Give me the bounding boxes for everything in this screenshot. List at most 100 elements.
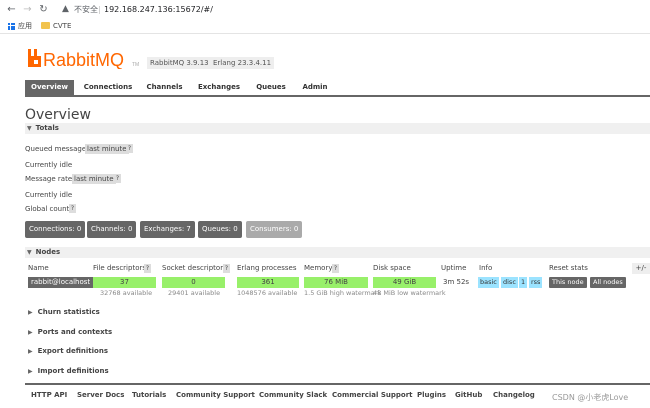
reload-icon[interactable]: ↻ [38,4,49,15]
channels-count-button[interactable]: Channels: 0 [87,221,137,238]
disk-bar: 49 GiB [373,277,436,288]
bookmark-cvte[interactable]: CVTE [53,21,71,31]
export-definitions-section[interactable]: ▶ Export definitions [25,346,225,357]
footer-link-community-support[interactable]: Community Support [176,390,255,400]
import-definitions-label: Import definitions [37,367,109,375]
expand-arrow-icon: ▶ [28,348,33,355]
info-tag-rss[interactable]: rss [529,277,543,288]
fd-available: 32768 available [100,289,153,297]
footer-link-tutorials[interactable]: Tutorials [132,390,166,400]
global-counts-label: Global counts [25,205,73,213]
help-icon[interactable]: ? [69,204,76,213]
main-tabs: Overview Connections Channels Exchanges … [25,80,650,97]
export-definitions-label: Export definitions [37,347,109,355]
footer-link-http-api[interactable]: HTTP API [31,390,67,400]
info-tag-basic[interactable]: basic [478,277,499,288]
rates-idle-text: Currently idle [25,191,73,199]
col-socket-descriptors: Socket descriptors [162,264,227,272]
tab-exchanges[interactable]: Exchanges [195,80,243,95]
col-erlang-processes: Erlang processes [237,264,297,272]
folder-icon [41,22,50,29]
footer-link-plugins[interactable]: Plugins [417,390,446,400]
col-disk-space: Disk space [373,264,411,272]
bookmark-apps[interactable]: 应用 [18,21,32,31]
address-bar-url[interactable]: 192.168.247.136:15672/#/ [104,4,213,15]
tab-queues[interactable]: Queues [251,80,291,95]
expand-arrow-icon: ▶ [28,309,33,316]
warning-icon: ▲ [62,4,69,14]
connections-count-button[interactable]: Connections: 0 [25,221,86,238]
col-name: Name [28,264,49,272]
erlang-version-badge: Erlang 23.3.4.11 [210,57,275,69]
info-tag-disc[interactable]: disc [501,277,518,288]
footer-link-github[interactable]: GitHub [455,390,482,400]
ports-contexts-label: Ports and contexts [37,328,113,336]
ep-bar: 361 [237,277,299,288]
footer-link-server-docs[interactable]: Server Docs [77,390,124,400]
nodes-section-header[interactable]: ▼ Nodes [25,247,650,258]
csdn-watermark: CSDN @小老虎Love [552,393,629,402]
queued-messages-label: Queued messages [25,145,90,153]
reset-this-node-button[interactable]: This node [549,277,587,288]
exchanges-count-button[interactable]: Exchanges: 7 [140,221,195,238]
message-rates-label: Message rates [25,175,76,183]
rabbitmq-logo[interactable]: RabbitMQ TM [25,47,145,70]
memory-bar: 76 MiB [304,277,368,288]
col-memory: Memory [304,264,333,272]
tab-channels[interactable]: Channels [142,80,187,95]
footer-link-changelog[interactable]: Changelog [493,390,535,400]
help-icon[interactable]: ? [126,144,133,153]
disk-watermark: 48 MiB low watermark [373,289,446,297]
forward-arrow-icon[interactable]: → [22,4,33,15]
nodes-heading: Nodes [35,248,61,256]
col-reset-stats: Reset stats [549,264,588,272]
columns-toggle-button[interactable]: +/- [632,263,650,274]
logo-text: RabbitMQ [43,50,124,69]
ep-value: 361 [261,278,275,286]
expand-arrow-icon: ▶ [28,368,33,375]
page-title: Overview [25,107,91,123]
help-icon[interactable]: ? [223,264,230,273]
tab-connections[interactable]: Connections [80,80,136,95]
info-tag-count[interactable]: 1 [519,277,528,288]
address-separator: | [98,5,101,14]
sd-available: 29401 available [168,289,221,297]
collapse-arrow-icon: ▼ [27,249,32,256]
fd-value: 37 [120,278,129,286]
back-arrow-icon[interactable]: ← [6,4,17,15]
tab-overview[interactable]: Overview [25,80,74,95]
queued-idle-text: Currently idle [25,161,73,169]
footer-link-commercial-support[interactable]: Commercial Support [332,390,413,400]
queued-interval-selector[interactable]: last minute [85,144,129,154]
sd-value: 0 [191,278,196,286]
totals-section-header[interactable]: ▼ Totals [25,123,650,134]
col-file-descriptors: File descriptors [93,264,147,272]
totals-heading: Totals [35,124,59,132]
col-uptime: Uptime [441,264,467,272]
fd-bar: 37 [93,277,156,288]
queues-count-button[interactable]: Queues: 0 [198,221,242,238]
tab-admin[interactable]: Admin [297,80,333,95]
logo-tm: TM [132,62,139,68]
help-icon[interactable]: ? [114,174,121,183]
sd-bar: 0 [162,277,225,288]
expand-arrow-icon: ▶ [28,329,33,336]
help-icon[interactable]: ? [144,264,151,273]
help-icon[interactable]: ? [332,264,339,273]
rates-interval-selector[interactable]: last minute [72,174,116,184]
import-definitions-section[interactable]: ▶ Import definitions [25,366,225,377]
reset-all-nodes-button[interactable]: All nodes [590,277,626,288]
uptime-value: 3m 52s [443,278,470,286]
browser-chrome: ← → ↻ ▲ 不安全 | 192.168.247.136:15672/#/ 应… [0,0,650,34]
churn-statistics-label: Churn statistics [37,308,100,316]
col-info: Info [479,264,493,272]
consumers-count-button[interactable]: Consumers: 0 [246,221,303,238]
churn-statistics-section[interactable]: ▶ Churn statistics [25,307,225,318]
collapse-arrow-icon: ▼ [27,125,32,132]
footer-link-community-slack[interactable]: Community Slack [259,390,327,400]
apps-grid-icon [8,23,15,30]
ports-contexts-section[interactable]: ▶ Ports and contexts [25,327,225,338]
rabbitmq-version-badge: RabbitMQ 3.9.13 [147,57,212,69]
memory-value: 76 MiB [324,278,348,286]
insecure-label[interactable]: 不安全 [74,4,98,15]
